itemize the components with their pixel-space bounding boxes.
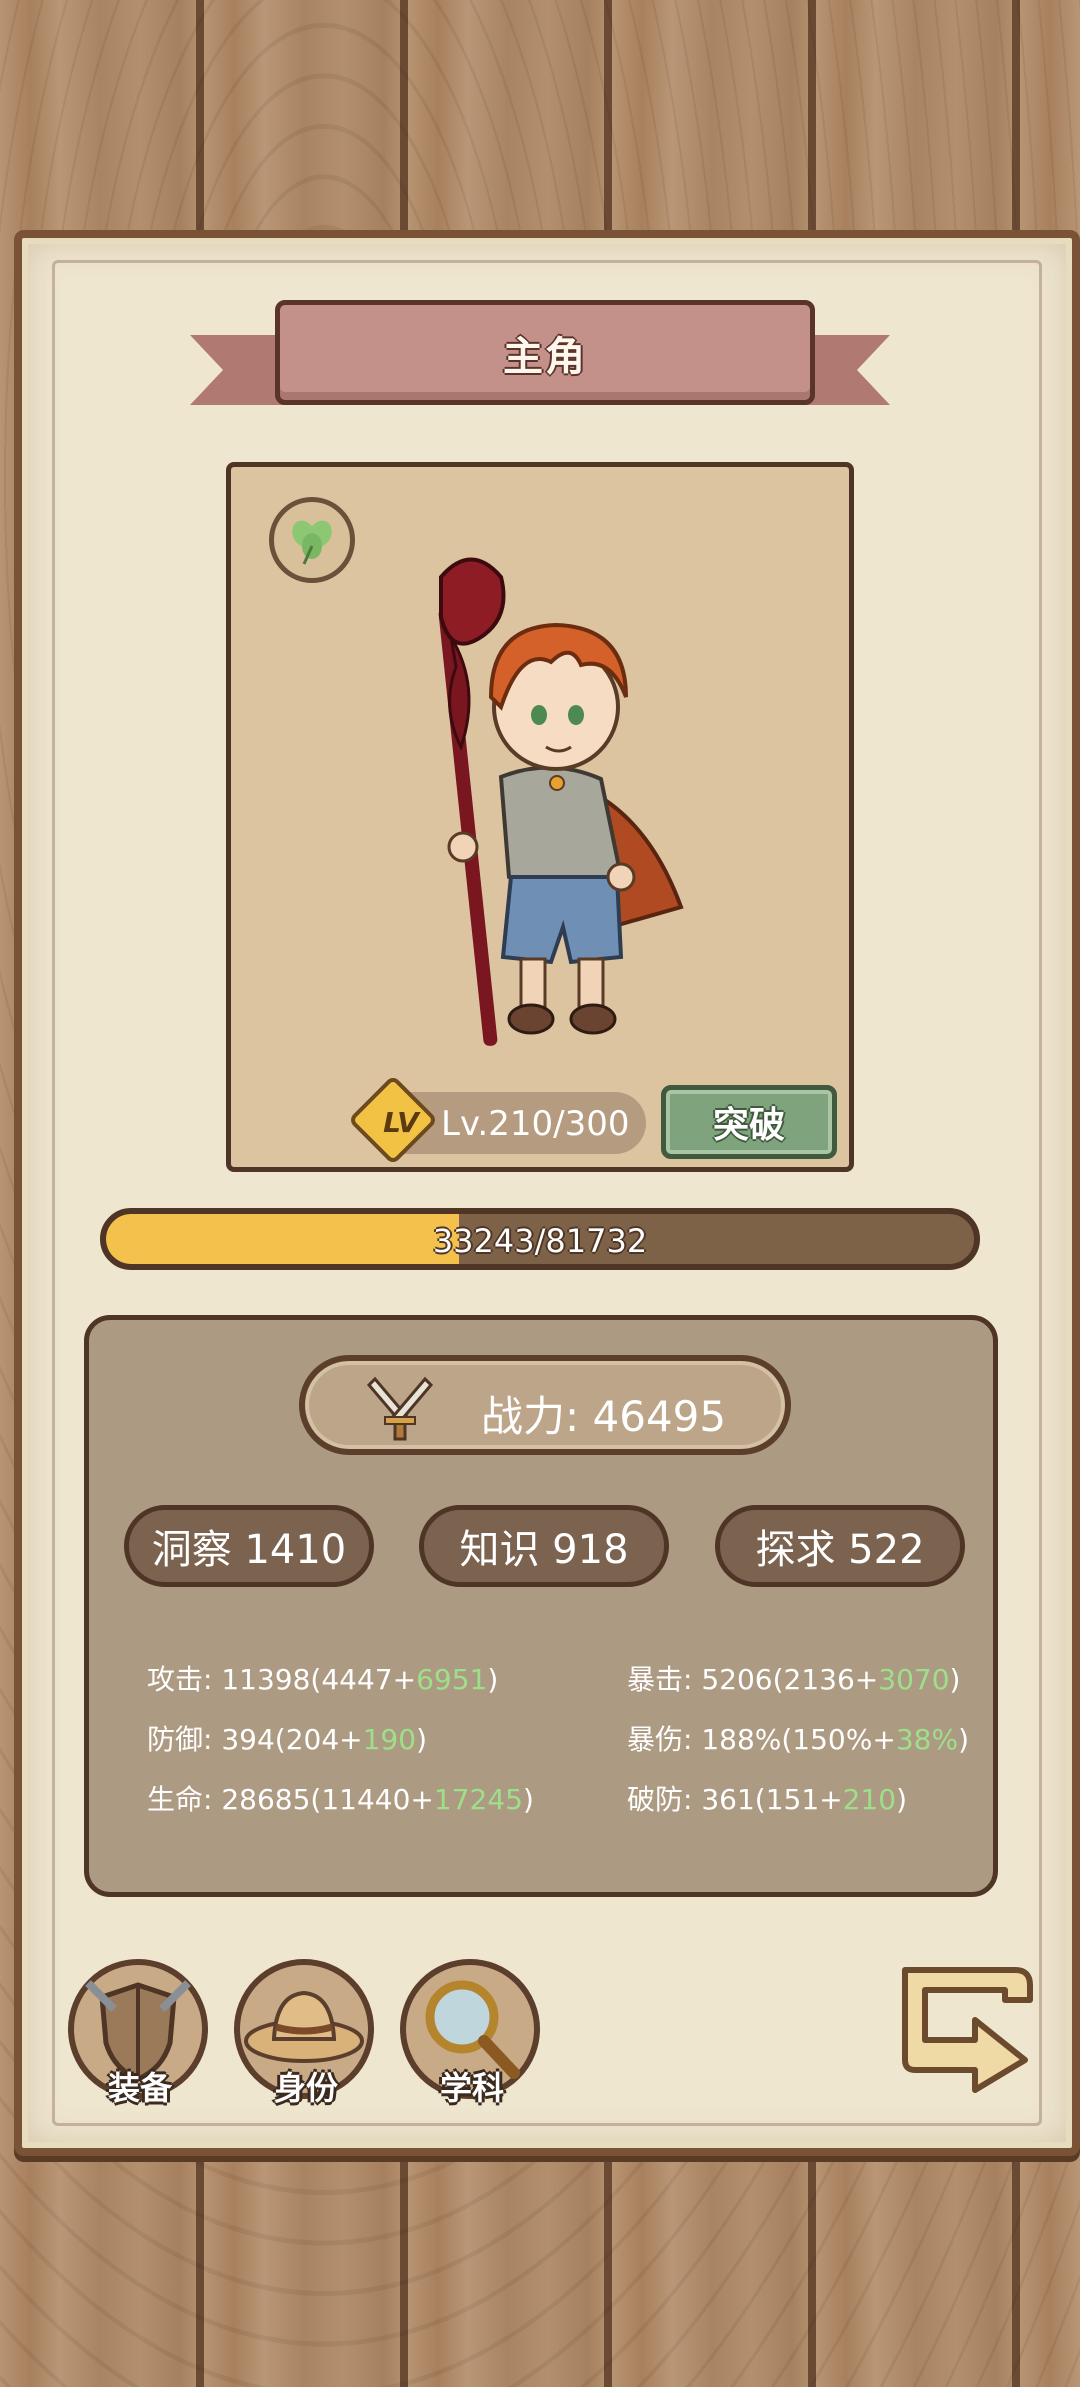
attribute-knowledge[interactable]: 知识 918	[419, 1505, 669, 1587]
clover-icon[interactable]	[269, 497, 355, 583]
stat-crit: 暴击: 5206(2136+3070)	[627, 1663, 961, 1696]
title-ribbon: 主角	[190, 295, 890, 415]
identity-label: 身份	[273, 2069, 338, 2107]
combat-power: 战力: 46495	[299, 1355, 791, 1455]
subject-button[interactable]: 学科	[392, 1955, 552, 2115]
return-arrow-icon[interactable]	[885, 1950, 1045, 2100]
attribute-pursuit[interactable]: 探求 522	[715, 1505, 965, 1587]
breakthrough-button[interactable]: 突破	[661, 1085, 837, 1159]
crossed-swords-icon	[366, 1376, 434, 1441]
equipment-button[interactable]: 装备	[60, 1955, 220, 2115]
stats-panel: 战力: 46495 洞察 1410 知识 918 探求 522 攻击: 1139…	[84, 1315, 998, 1897]
identity-button[interactable]: 身份	[226, 1955, 386, 2115]
level-display: LV Lv.210/300	[347, 1074, 646, 1166]
level-badge-label: LV	[383, 1106, 419, 1139]
page-title: 主角	[503, 333, 587, 380]
equipment-label: 装备	[107, 2069, 172, 2107]
attribute-insight[interactable]: 洞察 1410	[124, 1505, 374, 1587]
subject-label: 学科	[439, 2069, 504, 2107]
stat-defense: 防御: 394(204+190)	[147, 1723, 427, 1756]
stat-crit-damage: 暴伤: 188%(150%+38%)	[627, 1723, 969, 1756]
experience-text: 33243/81732	[432, 1222, 648, 1260]
stat-attack: 攻击: 11398(4447+6951)	[147, 1663, 499, 1696]
level-text: Lv.210/300	[441, 1104, 630, 1144]
hero-character-image	[438, 557, 684, 1046]
combat-power-text: 战力: 46495	[481, 1392, 727, 1441]
experience-bar: 33243/81732	[100, 1208, 980, 1270]
stat-armor-break: 破防: 361(151+210)	[627, 1783, 907, 1816]
stat-health: 生命: 28685(11440+17245)	[147, 1783, 534, 1816]
character-portrait: LV Lv.210/300 突破	[226, 462, 854, 1172]
